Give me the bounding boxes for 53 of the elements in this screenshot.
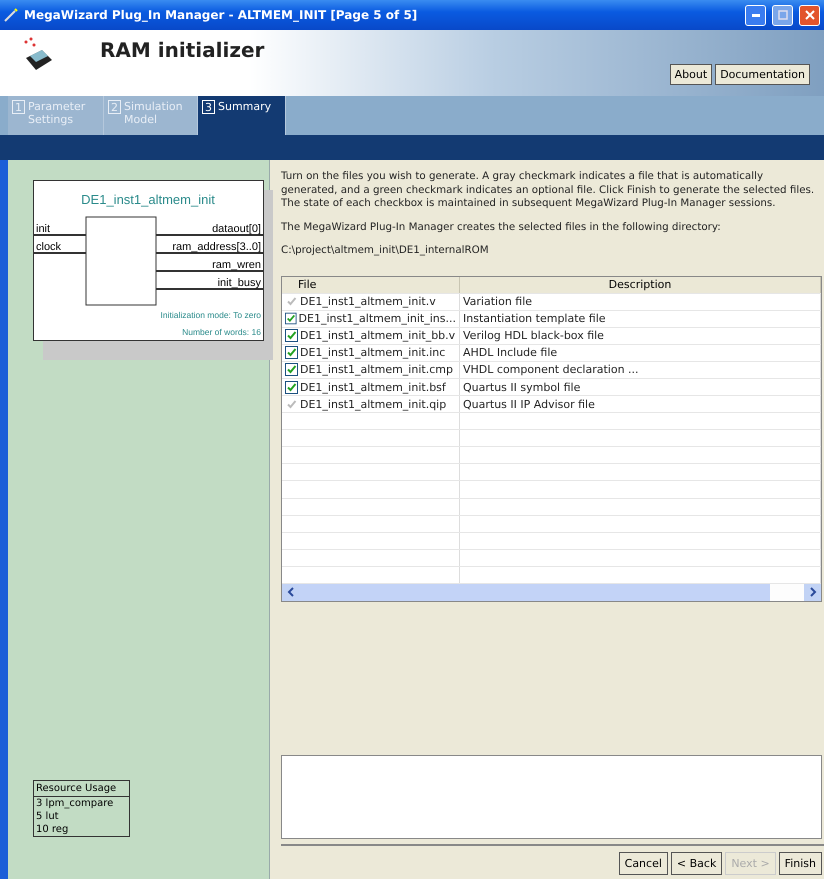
directory-path: C:\project\altmem_init\DE1_internalROM (281, 244, 490, 258)
resource-item: 5 lut (35, 810, 60, 823)
close-button[interactable] (799, 4, 820, 26)
checkbox[interactable] (285, 363, 298, 376)
column-header[interactable]: Description (460, 276, 821, 293)
wizard-button[interactable]: Cancel (618, 852, 668, 875)
description-cell: Variation file (460, 294, 821, 310)
directory-label: The MegaWizard Plug-In Manager creates the selected files in the following directory: (281, 220, 722, 234)
minimize-button[interactable] (745, 4, 766, 26)
checkbox[interactable] (285, 346, 298, 360)
resource-usage-title: Resource Usage (34, 781, 129, 797)
resource-item: 3 lpm_compare (35, 797, 114, 810)
scroll-right-icon[interactable] (804, 584, 821, 601)
description-cell: AHDL Include file (460, 344, 821, 361)
resource-item: 10 reg (35, 823, 70, 836)
maximize-icon (778, 10, 788, 20)
checkbox[interactable] (285, 312, 297, 326)
file-name: DE1_inst1_altmem_init.v (300, 295, 436, 308)
page-title: RAM initializer (100, 38, 266, 62)
about-button[interactable]: About (670, 64, 712, 85)
file-name: DE1_inst1_altmem_init_ins... (298, 312, 456, 326)
description-cell: Instantiation template file (460, 310, 821, 327)
file-name: DE1_inst1_altmem_init.bsf (300, 380, 446, 394)
tab-label: Parameter Settings (28, 100, 86, 128)
instructions-text: Turn on the files you wish to generate. A gray checkmark indicates a file that is automatically generated, and a green checkmark indicates an optional file. Click Finish to generate the selected files. The state of each checkbox is maintained in subsequent MegaWizard Plug-In Manager sessions. (281, 170, 816, 210)
description-cell: Verilog HDL black-box file (460, 328, 821, 344)
horizontal-scrollbar[interactable] (282, 584, 821, 601)
checkbox[interactable] (285, 329, 298, 342)
description-cell: Quartus II IP Advisor file (460, 396, 821, 412)
tab-number: 1 (12, 100, 25, 114)
file-name: DE1_inst1_altmem_init_bb.v (300, 329, 456, 342)
wizard-button[interactable]: < Back (670, 852, 722, 875)
tab-number: 3 (202, 100, 215, 114)
tab-label: Summary (218, 100, 272, 115)
documentation-button[interactable]: Documentation (715, 64, 810, 85)
wizard-button[interactable]: Finish (778, 852, 822, 875)
minimize-icon (752, 14, 760, 16)
description-cell: VHDL component declaration ... (460, 362, 821, 378)
wand-icon (4, 8, 18, 22)
tab[interactable]: 3 Summary (198, 96, 286, 135)
maximize-button[interactable] (772, 4, 793, 26)
file-name: DE1_inst1_altmem_init.cmp (300, 363, 453, 376)
window-title: MegaWizard Plug_In Manager - ALTMEM_INIT [Page 5 of 5] (24, 8, 418, 22)
symbol-drawing: DE1_inst1_altmem_init init clock dataout[0] ram_address[3..0] ram_wren init_busy Initialization mode: To zero Number of words: 16 (33, 180, 273, 360)
close-icon (804, 10, 814, 20)
file-name: DE1_inst1_altmem_init.qip (300, 398, 446, 411)
scroll-left-icon[interactable] (282, 584, 299, 601)
file-name: DE1_inst1_altmem_init.inc (300, 346, 446, 360)
column-header[interactable]: File (282, 276, 460, 293)
tab-number: 2 (108, 100, 121, 114)
description-cell: Quartus II symbol file (460, 378, 821, 396)
checkbox[interactable] (285, 380, 298, 394)
tab-label: Simulation Model (124, 100, 184, 128)
